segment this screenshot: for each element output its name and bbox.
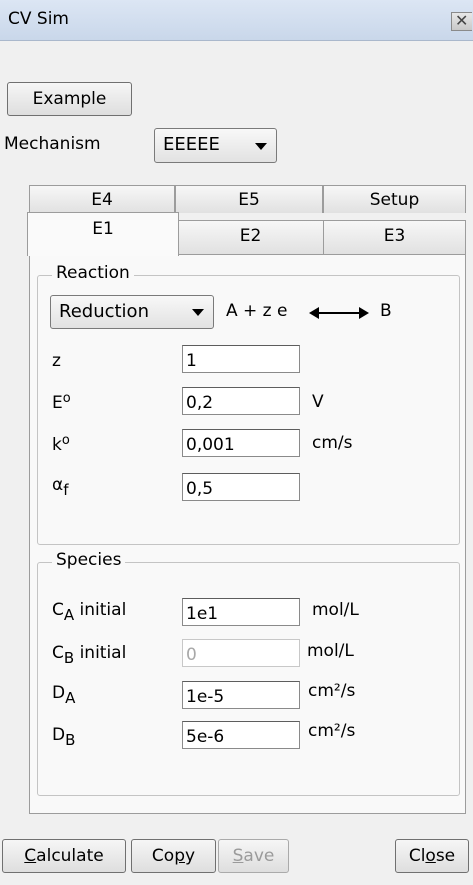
close-icon[interactable]: ✕ [455,11,468,30]
alpha-f-input[interactable] [182,473,300,501]
tab-e4[interactable]: E4 [29,185,175,213]
calculate-label-rest: alculate [36,846,104,866]
mechanism-select[interactable]: EEEEE [154,128,277,163]
ca-label-suffix: initial [74,600,127,620]
ca-initial-unit: mol/L [312,600,359,620]
window-close-button[interactable]: ✕ [451,11,472,31]
db-label-text: D [52,725,66,745]
save-label-rest: ave [243,846,275,866]
close-mnemonic: o [425,846,436,866]
k-zero-input[interactable] [182,429,300,457]
e-zero-label: Eo [52,391,71,413]
alpha-f-label-text: α [52,475,64,495]
close-label-pre: Cl [408,846,426,866]
calculate-mnemonic: C [24,846,37,866]
cb-initial-input [182,639,300,667]
tab-e5[interactable]: E5 [175,185,323,213]
k-zero-label-text: k [52,435,62,455]
copy-label-rest: y [185,846,196,866]
save-button: Save [218,839,289,873]
cb-label-text: C [52,643,64,663]
tab-e2[interactable]: E2 [177,220,324,254]
ca-initial-input[interactable] [182,598,300,626]
z-label: z [52,351,61,371]
species-group-title: Species [52,550,126,570]
mechanism-value: EEEEE [163,134,220,155]
mechanism-label: Mechanism [4,134,101,154]
db-input[interactable] [182,721,300,749]
e-zero-label-text: E [52,393,63,413]
tab-e3[interactable]: E3 [323,220,466,254]
reaction-group-title: Reaction [52,263,134,283]
tab-panel-e1: Reaction Reduction A + z e B z Eo V ko c… [29,254,466,814]
cb-initial-label: CB initial [52,643,127,667]
e-zero-unit: V [312,392,324,412]
db-unit: cm²/s [308,721,356,741]
cb-initial-unit: mol/L [307,641,354,661]
da-label-text: D [52,683,66,703]
reaction-type-select[interactable]: Reduction [50,295,214,329]
tab-e1[interactable]: E1 [27,212,179,256]
copy-mnemonic: p [174,846,185,866]
da-input[interactable] [182,681,300,709]
save-mnemonic: S [232,846,244,866]
da-unit: cm²/s [308,681,356,701]
cv-sim-window: CV Sim ✕ Example Mechanism EEEEE E4 E5 S… [0,0,473,885]
k-zero-label: ko [52,433,70,455]
alpha-f-label-sub: f [63,481,69,499]
ca-label-sub: A [63,606,75,624]
k-zero-label-sup: o [61,433,70,448]
db-label: DB [52,725,75,749]
equation-right: B [380,301,392,321]
chevron-down-icon [192,309,204,316]
da-label-sub: A [65,689,76,707]
k-zero-unit: cm/s [312,433,353,453]
copy-button[interactable]: Copy [131,839,216,873]
cb-label-sub: B [63,649,75,667]
e-zero-input[interactable] [182,387,300,415]
calculate-button[interactable]: Calculate [2,839,126,873]
chevron-down-icon [255,143,267,150]
example-button[interactable]: Example [7,82,132,116]
equation-left: A + z e [226,301,288,321]
db-label-sub: B [65,731,76,749]
alpha-f-label: αf [52,475,69,499]
e-zero-label-sup: o [62,391,71,406]
window-title: CV Sim [8,9,69,29]
close-button[interactable]: Close [395,839,469,873]
tab-setup[interactable]: Setup [323,185,466,213]
copy-label-pre: Co [151,846,175,866]
da-label: DA [52,683,75,707]
ca-initial-label: CA initial [52,600,127,624]
ca-label-text: C [52,600,64,620]
double-arrow-icon [309,307,369,319]
cb-label-suffix: initial [74,643,127,663]
z-input[interactable] [182,345,300,373]
close-label-rest: se [435,846,456,866]
reaction-type-value: Reduction [59,301,149,322]
title-bar: CV Sim ✕ [0,0,473,41]
